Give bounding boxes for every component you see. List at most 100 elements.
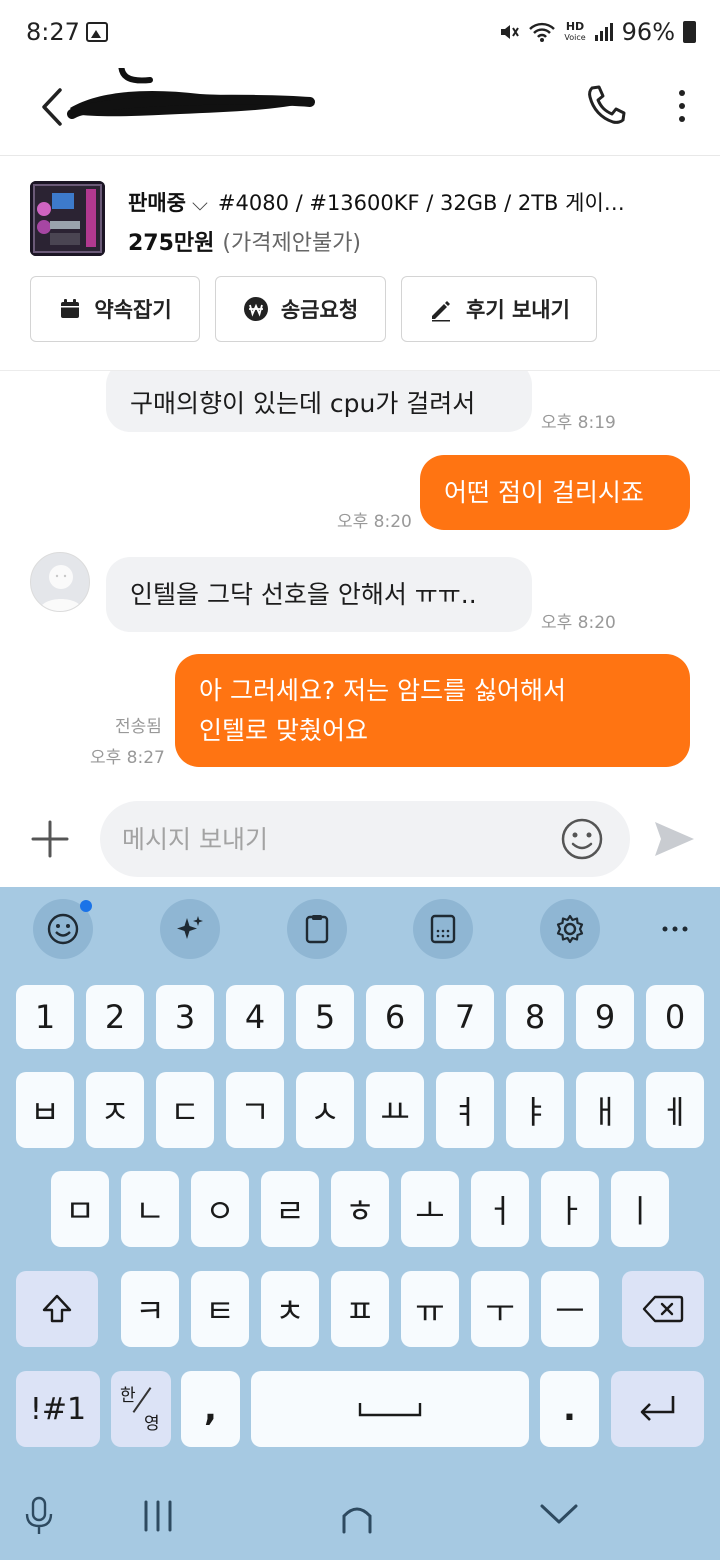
key-4[interactable]: 4 xyxy=(226,985,284,1049)
signal-icon xyxy=(594,23,613,41)
product-title-row: 판매중 ⌵ #4080 / #13600KF / 32GB / 2TB 게이… xyxy=(128,187,698,217)
transfer-request-button[interactable]: 송금요청 xyxy=(215,276,386,342)
key-pieup[interactable]: ㅍ xyxy=(331,1271,389,1347)
sent-message[interactable]: 어떤 점이 걸리시죠 xyxy=(420,455,690,530)
key-rieul[interactable]: ㄹ xyxy=(261,1171,319,1247)
won-icon xyxy=(243,297,268,321)
key-jieut[interactable]: ㅈ xyxy=(86,1072,144,1148)
keyboard-keypad-button[interactable] xyxy=(413,899,473,959)
key-1[interactable]: 1 xyxy=(16,985,74,1049)
shift-key[interactable] xyxy=(16,1271,98,1347)
key-yeo[interactable]: ㅕ xyxy=(436,1072,494,1148)
key-6[interactable]: 6 xyxy=(366,985,424,1049)
key-bieup[interactable]: ㅂ xyxy=(16,1072,74,1148)
key-ae[interactable]: ㅐ xyxy=(576,1072,634,1148)
emoji-icon[interactable] xyxy=(560,817,604,861)
language-toggle-key[interactable]: 한 영 xyxy=(111,1371,171,1447)
key-giyeok[interactable]: ㄱ xyxy=(226,1072,284,1148)
received-message[interactable]: 인텔을 그닥 선호을 안해서 ㅠㅠ.. xyxy=(106,557,532,632)
key-9[interactable]: 9 xyxy=(576,985,634,1049)
product-thumbnail[interactable] xyxy=(30,181,105,256)
message-time: 오후 8:20 xyxy=(337,512,412,532)
home-icon[interactable] xyxy=(338,1498,376,1536)
hd-voice-top: HD xyxy=(565,19,585,33)
appointment-label: 약속잡기 xyxy=(94,298,172,322)
space-key[interactable] xyxy=(251,1371,529,1447)
redacted-contact-name xyxy=(67,68,315,119)
sparkle-icon xyxy=(177,916,203,939)
sale-state[interactable]: 판매중 xyxy=(128,191,186,215)
product-info: 판매중 ⌵ #4080 / #13600KF / 32GB / 2TB 게이… 27… xyxy=(0,157,720,371)
plus-icon[interactable] xyxy=(30,819,70,859)
more-options-icon[interactable] xyxy=(672,86,692,126)
key-chieut[interactable]: ㅊ xyxy=(261,1271,319,1347)
comma-key[interactable]: , xyxy=(181,1371,240,1447)
key-0[interactable]: 0 xyxy=(646,985,704,1049)
keyboard-ai-button[interactable] xyxy=(160,899,220,959)
status-bar: 8:27 HD Voice 96% xyxy=(0,0,720,68)
key-yo[interactable]: ㅛ xyxy=(366,1072,424,1148)
key-yu[interactable]: ㅠ xyxy=(401,1271,459,1347)
keyboard-clipboard-button[interactable] xyxy=(287,899,347,959)
key-5[interactable]: 5 xyxy=(296,985,354,1049)
mute-icon xyxy=(501,25,520,39)
sent-status: 전송됨 xyxy=(115,717,162,737)
key-ya[interactable]: ㅑ xyxy=(506,1072,564,1148)
transfer-request-label: 송금요청 xyxy=(280,298,359,322)
microphone-icon[interactable] xyxy=(24,1496,54,1536)
battery-icon xyxy=(683,21,696,43)
key-ieung[interactable]: ㅇ xyxy=(191,1171,249,1247)
key-8[interactable]: 8 xyxy=(506,985,564,1049)
more-icon[interactable] xyxy=(660,917,690,941)
key-7[interactable]: 7 xyxy=(436,985,494,1049)
message-text: 인텔을 그닥 선호을 안해서 ㅠㅠ.. xyxy=(130,579,477,609)
key-a[interactable]: ㅏ xyxy=(541,1171,599,1247)
message-input[interactable] xyxy=(100,801,630,877)
key-tieut[interactable]: ㅌ xyxy=(191,1271,249,1347)
key-o[interactable]: ㅗ xyxy=(401,1171,459,1247)
lang-english: 영 xyxy=(144,1414,160,1434)
symbols-key[interactable]: !#1 xyxy=(16,1371,100,1447)
key-u[interactable]: ㅜ xyxy=(471,1271,529,1347)
product-price: 275만원 xyxy=(128,231,215,256)
key-eo[interactable]: ㅓ xyxy=(471,1171,529,1247)
key-e[interactable]: ㅔ xyxy=(646,1072,704,1148)
send-icon[interactable] xyxy=(652,819,696,859)
clipboard-icon xyxy=(305,915,329,944)
backspace-key[interactable] xyxy=(622,1271,704,1347)
space-icon xyxy=(358,1403,422,1417)
avatar[interactable] xyxy=(30,552,90,612)
battery-percent: 96% xyxy=(621,18,675,46)
key-hieut[interactable]: ㅎ xyxy=(331,1171,389,1247)
sent-message[interactable]: 아 그러세요? 저는 암드를 싫어해서 인텔로 맞췄어요 xyxy=(175,654,690,767)
key-mieum[interactable]: ㅁ xyxy=(51,1171,109,1247)
key-kieuk[interactable]: ㅋ xyxy=(121,1271,179,1347)
send-review-button[interactable]: 후기 보내기 xyxy=(401,276,597,342)
wifi-icon xyxy=(529,22,556,42)
emoji-icon xyxy=(47,913,79,945)
key-nieun[interactable]: ㄴ xyxy=(121,1171,179,1247)
message-time: 오후 8:19 xyxy=(541,413,616,433)
product-title: #4080 / #13600KF / 32GB / 2TB 게이… xyxy=(217,191,625,215)
phone-call-icon[interactable] xyxy=(584,82,628,126)
hd-voice-bottom: Voice xyxy=(564,32,586,42)
status-right: HD Voice 96% xyxy=(498,18,696,46)
chevron-down-icon[interactable]: ⌵ xyxy=(192,191,208,216)
key-siot[interactable]: ㅅ xyxy=(296,1072,354,1148)
chevron-down-icon[interactable] xyxy=(538,1500,580,1530)
key-digeut[interactable]: ㄷ xyxy=(156,1072,214,1148)
recent-apps-icon[interactable] xyxy=(140,1498,176,1534)
period-key[interactable]: . xyxy=(540,1371,599,1447)
keyboard-settings-button[interactable] xyxy=(540,899,600,959)
key-3[interactable]: 3 xyxy=(156,985,214,1049)
keypad-icon xyxy=(430,914,456,944)
enter-key[interactable] xyxy=(611,1371,704,1447)
key-2[interactable]: 2 xyxy=(86,985,144,1049)
key-eu[interactable]: ㅡ xyxy=(541,1271,599,1347)
message-time: 오후 8:20 xyxy=(541,613,616,633)
received-message[interactable]: 구매의향이 있는데 cpu가 걸려서 xyxy=(106,371,532,432)
key-i[interactable]: ㅣ xyxy=(611,1171,669,1247)
message-time: 오후 8:27 xyxy=(90,748,165,768)
message-text: 어떤 점이 걸리시죠 xyxy=(444,477,644,507)
appointment-button[interactable]: 약속잡기 xyxy=(30,276,200,342)
